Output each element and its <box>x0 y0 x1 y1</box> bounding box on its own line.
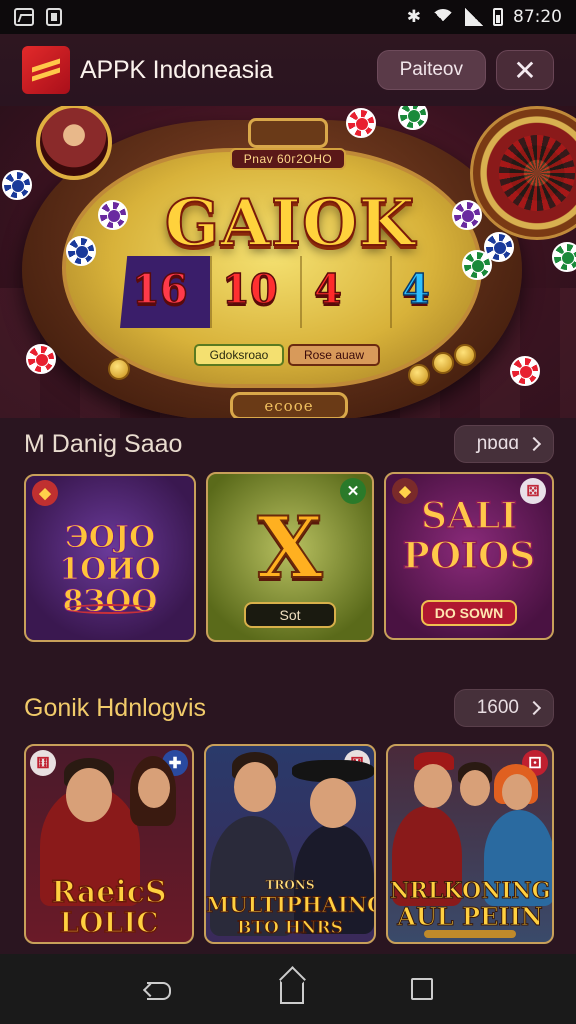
card-ornament <box>66 604 154 614</box>
battery-icon <box>493 8 503 26</box>
image-notification-icon <box>14 8 34 26</box>
app-header: APPK Indoneasia Paiteov ✕ <box>0 34 576 106</box>
casino-chip-icon <box>346 108 376 138</box>
promo-card-kicker: TRONS <box>265 878 315 893</box>
promo-card-title: RaeicS <box>51 875 168 910</box>
hero-number: 10 <box>221 265 278 314</box>
player-face <box>138 768 170 808</box>
gold-coin-icon <box>408 364 430 386</box>
see-more-label: 1600 <box>476 697 519 718</box>
promo-card[interactable]: ⚃ TRONS MULTIPHAING BTO HNRS <box>204 744 376 944</box>
casino-chip-icon <box>98 200 128 230</box>
hero-title: GAIOK <box>164 185 416 262</box>
promo-card-title: NRLKONING <box>389 878 551 905</box>
player-face <box>502 774 532 810</box>
table-bottom-label: ecooe <box>230 392 348 418</box>
hero-left-button[interactable]: Gdoksroao <box>194 344 284 366</box>
table-top-tab <box>248 118 328 148</box>
close-button[interactable]: ✕ <box>496 50 554 90</box>
casino-chip-icon <box>552 242 576 272</box>
felt-divider <box>210 256 212 328</box>
promo-card-subtitle: AUL PEIIN <box>397 902 544 932</box>
wifi-icon <box>431 9 455 25</box>
app-title: APPK Indoneasia <box>80 55 273 84</box>
dice-badge-icon: ⚅ <box>30 750 56 776</box>
flame-badge-icon: ◆ <box>32 480 58 506</box>
player-face <box>414 764 452 808</box>
close-icon: ✕ <box>513 54 537 86</box>
casino-chip-icon <box>66 236 96 266</box>
see-more-label: ɲɒɑɑ <box>476 433 519 454</box>
player-face <box>66 768 112 822</box>
card-pill-button[interactable]: Sot <box>244 602 336 628</box>
gold-coin-icon <box>454 344 476 366</box>
casino-chip-icon <box>2 170 32 200</box>
promo-card-subtitle: LOLIC <box>59 906 160 939</box>
felt-divider <box>300 256 302 328</box>
header-action-button[interactable]: Paiteov <box>376 50 486 90</box>
hero-banner[interactable]: Pnav 60г2ОНО GAIOK 16 10 4 4 Gdoksroao R… <box>0 106 576 418</box>
system-nav-bar <box>0 954 576 1024</box>
chevron-right-icon <box>526 700 542 716</box>
promo-card-subtitle: BTO HNRS <box>237 918 344 939</box>
player-face <box>460 770 490 806</box>
game-card[interactable]: ✕ X Sot <box>206 472 374 642</box>
game-card[interactable]: ◆ ⚄ SALI POIOS DO SOWN <box>384 472 554 640</box>
bluetooth-icon: ✱ <box>406 7 421 27</box>
card-ribbon <box>424 930 516 938</box>
casino-chip-icon <box>510 356 540 386</box>
casino-chip-icon <box>26 344 56 374</box>
casino-chip-icon <box>462 250 492 280</box>
section-header: Gonik Hdnlogvis 1600 <box>0 684 576 732</box>
signal-icon <box>465 8 483 26</box>
player-face <box>310 778 356 828</box>
section-header: M Danig Saao ɲɒɑɑ <box>0 420 576 468</box>
hero-right-button[interactable]: Rose auaw <box>288 344 380 366</box>
player-face <box>234 762 276 812</box>
gold-coin-icon <box>432 352 454 374</box>
casino-chip-icon <box>452 200 482 230</box>
status-bar: ✱ 87:20 <box>0 0 576 34</box>
app-logo-icon <box>22 46 70 94</box>
promo-card-title: MULTIPHAING <box>206 892 376 918</box>
chevron-right-icon <box>526 436 542 452</box>
recents-icon[interactable] <box>410 978 433 1000</box>
felt-divider <box>390 256 392 328</box>
hero-number: 4 <box>401 265 430 314</box>
hero-number: 4 <box>313 265 342 314</box>
dealer-avatar <box>36 106 112 180</box>
hero-number: 16 <box>131 265 188 314</box>
back-icon[interactable] <box>143 978 173 1000</box>
see-more-button[interactable]: 1600 <box>453 689 554 727</box>
home-icon[interactable] <box>279 980 304 1004</box>
game-card-title: X <box>256 497 323 598</box>
see-more-button[interactable]: ɲɒɑɑ <box>453 425 554 463</box>
section-title: M Danig Saao <box>24 429 183 458</box>
gold-coin-icon <box>108 358 130 380</box>
promo-card[interactable]: ⚀ NRLKONING AUL PEIIN <box>386 744 554 944</box>
casino-chip-icon <box>398 106 428 130</box>
status-time: 87:20 <box>513 7 562 27</box>
table-plaque: Pnav 60г2ОНО <box>230 148 346 170</box>
document-notification-icon <box>46 8 62 26</box>
game-card[interactable]: ◆ ЭOJO 1ОИО 8ЗOO <box>24 474 196 642</box>
game-card-title: SALI POIOS <box>402 495 536 577</box>
section-title: Gonik Hdnlogvis <box>24 693 207 722</box>
promo-card[interactable]: ⚅ ✚ RaeicS LOLIC <box>24 744 194 944</box>
card-pill-button[interactable]: DO SOWN <box>421 600 517 626</box>
